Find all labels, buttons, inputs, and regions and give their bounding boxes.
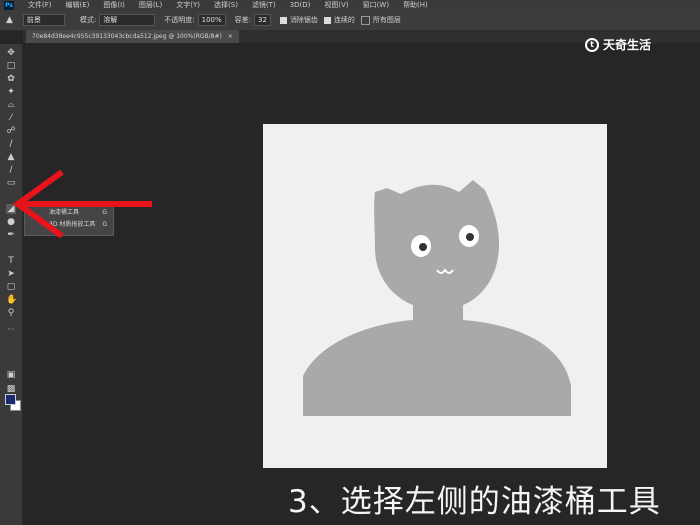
- figure-body: [303, 300, 571, 416]
- right-pupil: [466, 233, 474, 241]
- left-pupil: [419, 243, 427, 251]
- step-caption: 3、选择左侧的油漆桶工具: [288, 484, 661, 520]
- cat-figure-image: [303, 180, 571, 416]
- figure-head: [374, 180, 499, 310]
- document-canvas[interactable]: [263, 124, 607, 468]
